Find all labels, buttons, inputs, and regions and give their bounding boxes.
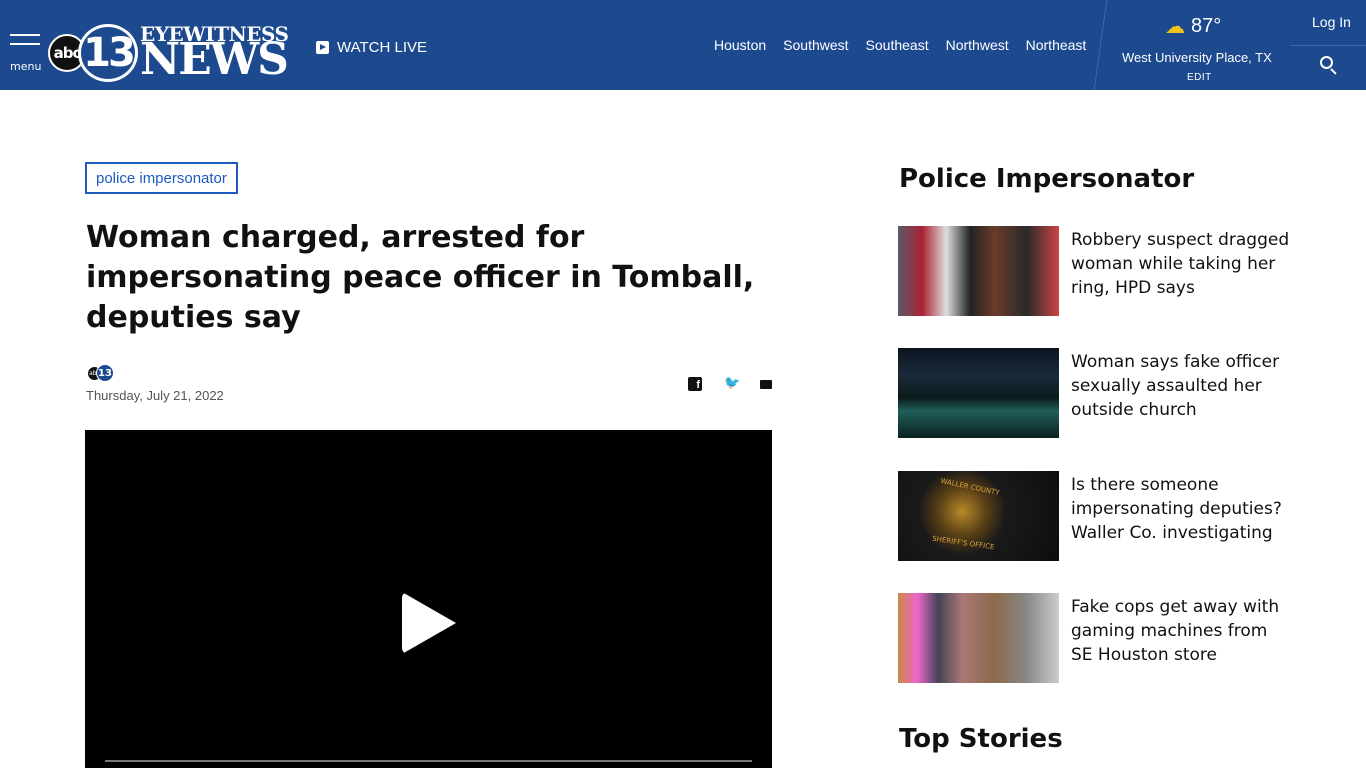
region-link-southeast[interactable]: Southeast — [866, 37, 929, 53]
account-divider — [1290, 45, 1366, 46]
video-player[interactable] — [85, 430, 772, 768]
story-thumbnail[interactable] — [898, 348, 1059, 438]
weather-edit-link[interactable]: EDIT — [1187, 72, 1212, 83]
search-icon[interactable] — [1320, 56, 1340, 76]
email-icon[interactable] — [760, 380, 772, 389]
play-icon — [316, 40, 329, 54]
weather-widget[interactable]: ☁ 87° West University Place, TX EDIT — [1110, 0, 1290, 90]
byline-13-logo: 13 — [96, 364, 114, 382]
sidebar-story[interactable]: Woman says fake officer sexually assault… — [898, 348, 1298, 438]
menu-button[interactable]: menu — [8, 34, 42, 74]
watch-live-link[interactable]: WATCH LIVE — [316, 38, 427, 56]
site-header: menu abc 13 EYEWITNESS NEWS WATCH LIVE H… — [0, 0, 1366, 90]
story-headline[interactable]: Fake cops get away with gaming machines … — [1071, 595, 1291, 667]
story-headline[interactable]: Robbery suspect dragged woman while taki… — [1071, 228, 1291, 300]
facebook-icon[interactable]: f — [688, 377, 702, 391]
share-bar: f 🐦 — [688, 377, 794, 391]
story-thumbnail[interactable]: WALLER COUNTY SHERIFF'S OFFICE — [898, 471, 1059, 561]
story-headline[interactable]: Is there someone impersonating deputies?… — [1071, 473, 1291, 545]
hamburger-icon — [10, 34, 40, 36]
thumb-caption: SHERIFF'S OFFICE — [931, 534, 995, 552]
watch-live-label: WATCH LIVE — [337, 38, 428, 56]
twitter-icon[interactable]: 🐦 — [724, 377, 740, 391]
region-link-northwest[interactable]: Northwest — [946, 37, 1009, 53]
region-link-northeast[interactable]: Northeast — [1026, 37, 1087, 53]
story-thumbnail[interactable] — [898, 226, 1059, 316]
video-progress-bar[interactable] — [105, 760, 752, 762]
story-headline[interactable]: Woman says fake officer sexually assault… — [1071, 350, 1291, 422]
sidebar-title: Police Impersonator — [899, 164, 1195, 194]
region-nav: Houston Southwest Southeast Northwest No… — [714, 37, 1103, 53]
temperature: 87° — [1191, 15, 1222, 37]
sidebar-story[interactable]: Fake cops get away with gaming machines … — [898, 593, 1298, 683]
region-link-southwest[interactable]: Southwest — [783, 37, 848, 53]
article-tag[interactable]: police impersonator — [85, 162, 238, 194]
sidebar-story[interactable]: Robbery suspect dragged woman while taki… — [898, 226, 1298, 316]
byline-logo: abc 13 — [88, 364, 114, 384]
article-headline: Woman charged, arrested for impersonatin… — [86, 220, 755, 335]
account-panel: Log In — [1290, 0, 1366, 90]
channel-13-logo: 13 — [78, 24, 138, 82]
menu-label: menu — [10, 60, 42, 73]
thumb-caption: WALLER COUNTY — [939, 476, 1001, 498]
top-stories-title: Top Stories — [899, 724, 1063, 754]
logo-news-text: NEWS — [140, 34, 289, 85]
weather-location: West University Place, TX — [1122, 50, 1272, 65]
sidebar-story[interactable]: WALLER COUNTY SHERIFF'S OFFICE Is there … — [898, 471, 1298, 561]
play-icon[interactable] — [402, 592, 456, 654]
article-date: Thursday, July 21, 2022 — [86, 388, 224, 403]
site-logo[interactable]: abc 13 EYEWITNESS NEWS — [48, 22, 300, 84]
login-link[interactable]: Log In — [1312, 14, 1351, 30]
region-link-houston[interactable]: Houston — [714, 37, 766, 53]
partly-cloudy-icon: ☁ — [1165, 16, 1185, 38]
story-thumbnail[interactable] — [898, 593, 1059, 683]
